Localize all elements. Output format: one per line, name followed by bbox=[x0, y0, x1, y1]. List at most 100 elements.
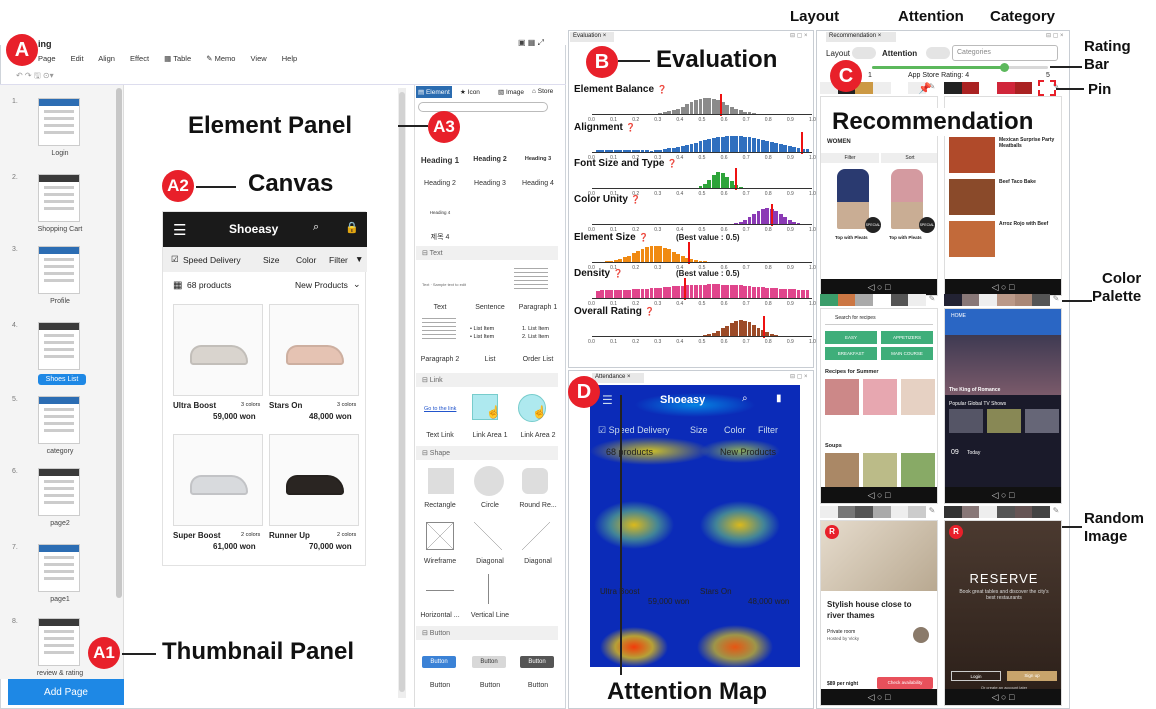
info-icon[interactable]: ❓ bbox=[639, 233, 649, 242]
filter-button[interactable]: Filter bbox=[329, 255, 348, 265]
recipe-tag[interactable]: EASY bbox=[825, 331, 877, 344]
info-icon[interactable]: ❓ bbox=[626, 123, 636, 132]
toolbar-icons[interactable]: ↶ ↷ 🖫 ⊙▾ bbox=[16, 70, 54, 84]
pin-icon[interactable]: ✎ bbox=[926, 294, 938, 306]
attention-toggle[interactable] bbox=[926, 47, 950, 59]
page-thumbnail[interactable] bbox=[38, 98, 80, 146]
color-palette[interactable]: ✎ bbox=[820, 294, 938, 306]
menu-help[interactable]: Help bbox=[282, 54, 297, 63]
rec-house-app[interactable]: R Stylish house close to river thames Priv… bbox=[820, 520, 938, 706]
shape-element[interactable]: Round Re... bbox=[508, 502, 568, 509]
filter-button[interactable]: Filter bbox=[821, 153, 879, 163]
tab-image[interactable]: ▧ Image bbox=[498, 88, 524, 96]
section-button[interactable]: ⊟ Button bbox=[416, 626, 558, 640]
categories-input[interactable]: Categories bbox=[952, 45, 1058, 61]
login-button[interactable]: Login bbox=[951, 671, 1001, 681]
evaluation-window-controls[interactable]: ⊟ ▢ × bbox=[790, 32, 808, 39]
tv-home-tab[interactable]: HOME bbox=[951, 313, 966, 319]
rectangle-shape[interactable] bbox=[428, 468, 454, 494]
info-icon[interactable]: ❓ bbox=[613, 269, 623, 278]
random-image-badge[interactable]: R bbox=[825, 525, 839, 539]
section-link[interactable]: ⊟ Link bbox=[416, 373, 558, 387]
horizontal-line-shape[interactable] bbox=[426, 590, 454, 591]
element-search-input[interactable] bbox=[418, 102, 548, 112]
section-text[interactable]: ⊟ Text bbox=[416, 246, 558, 260]
recipe-tag[interactable]: MAIN COURSE bbox=[881, 347, 933, 360]
recommendation-window-controls[interactable]: ⊟ ▢ × bbox=[1046, 32, 1064, 39]
hamburger-icon[interactable]: ☰ bbox=[173, 221, 186, 239]
menu-edit[interactable]: Edit bbox=[71, 54, 84, 63]
page-thumbnail[interactable] bbox=[38, 618, 80, 666]
cart-icon[interactable]: 🔒 bbox=[345, 221, 359, 234]
add-page-button[interactable]: Add Page bbox=[8, 679, 124, 705]
round-rect-shape[interactable] bbox=[522, 468, 548, 494]
signup-button[interactable]: Sign up bbox=[1007, 671, 1057, 681]
sort-dropdown[interactable]: New Products bbox=[295, 280, 348, 290]
random-image-badge[interactable]: R bbox=[949, 525, 963, 539]
check-availability-button[interactable]: Check availability bbox=[877, 677, 933, 689]
attention-tab[interactable]: Attendance × bbox=[592, 373, 644, 383]
link-sample[interactable]: Go to the link bbox=[424, 406, 456, 412]
menu-align[interactable]: Align bbox=[98, 54, 115, 63]
color-palette[interactable]: ✎ bbox=[944, 294, 1062, 306]
circle-shape[interactable] bbox=[474, 466, 504, 496]
link-element[interactable]: Link Area 2 bbox=[508, 432, 568, 439]
thumbnail-label[interactable]: Shoes List bbox=[38, 374, 86, 385]
product-card[interactable] bbox=[269, 434, 359, 526]
speed-delivery-checkbox[interactable]: ☑ bbox=[171, 254, 179, 265]
heading-element[interactable]: Heading 3 bbox=[508, 156, 568, 162]
pin-icon[interactable]: 📌 bbox=[918, 82, 932, 95]
page-thumbnail[interactable] bbox=[38, 246, 80, 294]
pin-icon[interactable]: ✎ bbox=[926, 506, 938, 518]
diagonal-shape[interactable] bbox=[522, 522, 550, 550]
layout-toggle[interactable] bbox=[852, 47, 876, 59]
product-card[interactable] bbox=[173, 304, 263, 396]
info-icon[interactable]: ❓ bbox=[657, 85, 667, 94]
window-controls[interactable]: ▣ ▦ ⤢ bbox=[518, 38, 544, 48]
page-thumbnail[interactable] bbox=[38, 322, 80, 370]
page-thumbnail[interactable] bbox=[38, 468, 80, 516]
menu-view[interactable]: View bbox=[251, 54, 267, 63]
shape-element[interactable]: Vertical Line bbox=[460, 612, 520, 619]
page-thumbnail[interactable] bbox=[38, 544, 80, 592]
pin-icon[interactable]: ✎ bbox=[1050, 294, 1062, 306]
color-filter[interactable]: Color bbox=[296, 255, 316, 265]
heading-element[interactable]: Heading 4 bbox=[508, 180, 568, 187]
vertical-line-shape[interactable] bbox=[488, 574, 489, 604]
tab-element[interactable]: ▤ Element bbox=[416, 86, 452, 98]
evaluation-tab[interactable]: Evaluation × bbox=[570, 32, 614, 42]
recipe-tag[interactable]: APPETIZERS bbox=[881, 331, 933, 344]
rec-tv-app[interactable]: HOME The King of Romance Popular Global TV… bbox=[944, 308, 1062, 504]
menu-effect[interactable]: Effect bbox=[130, 54, 149, 63]
button-element[interactable]: Button bbox=[520, 656, 554, 668]
color-palette[interactable]: ✎ bbox=[944, 506, 1062, 518]
page-thumbnail[interactable] bbox=[38, 396, 80, 444]
product-card[interactable] bbox=[173, 434, 263, 526]
recommendation-tab[interactable]: Recommendation × bbox=[826, 32, 896, 42]
text-element[interactable]: Order List bbox=[508, 356, 568, 363]
size-filter[interactable]: Size bbox=[263, 255, 280, 265]
sort-button[interactable]: Sort bbox=[881, 153, 937, 163]
attention-window-controls[interactable]: ⊟ ▢ × bbox=[790, 373, 808, 380]
filter-icon[interactable]: ▼ bbox=[355, 254, 363, 264]
shape-element[interactable]: Diagonal bbox=[508, 558, 568, 565]
info-icon[interactable]: ❓ bbox=[645, 307, 655, 316]
chevron-down-icon[interactable]: ⌄ bbox=[353, 279, 361, 290]
rating-bar-handle[interactable] bbox=[1000, 63, 1009, 72]
heading-element[interactable]: Heading 4 bbox=[410, 210, 470, 215]
rec-reserve-app[interactable]: R RESERVE Book great tables and discover t… bbox=[944, 520, 1062, 706]
heading-element[interactable]: 제목 4 bbox=[410, 232, 470, 242]
diagonal-shape[interactable] bbox=[474, 522, 502, 550]
recipe-search-input[interactable]: Search for recipes bbox=[825, 315, 933, 325]
info-icon[interactable]: ❓ bbox=[631, 195, 641, 204]
wireframe-shape[interactable] bbox=[426, 522, 454, 550]
button-element[interactable]: Button bbox=[422, 656, 456, 668]
menu-page[interactable]: Page bbox=[38, 54, 56, 63]
button-element[interactable]: Button bbox=[472, 656, 506, 668]
rec-recipe-search-app[interactable]: Search for recipes EASY APPETIZERS BREAKFAS… bbox=[820, 308, 938, 504]
section-shape[interactable]: ⊟ Shape bbox=[416, 446, 558, 460]
color-palette[interactable]: ✎ bbox=[820, 506, 938, 518]
recipe-tag[interactable]: BREAKFAST bbox=[825, 347, 877, 360]
canvas-scroll-thumb[interactable] bbox=[399, 92, 405, 692]
page-thumbnail[interactable] bbox=[38, 174, 80, 222]
